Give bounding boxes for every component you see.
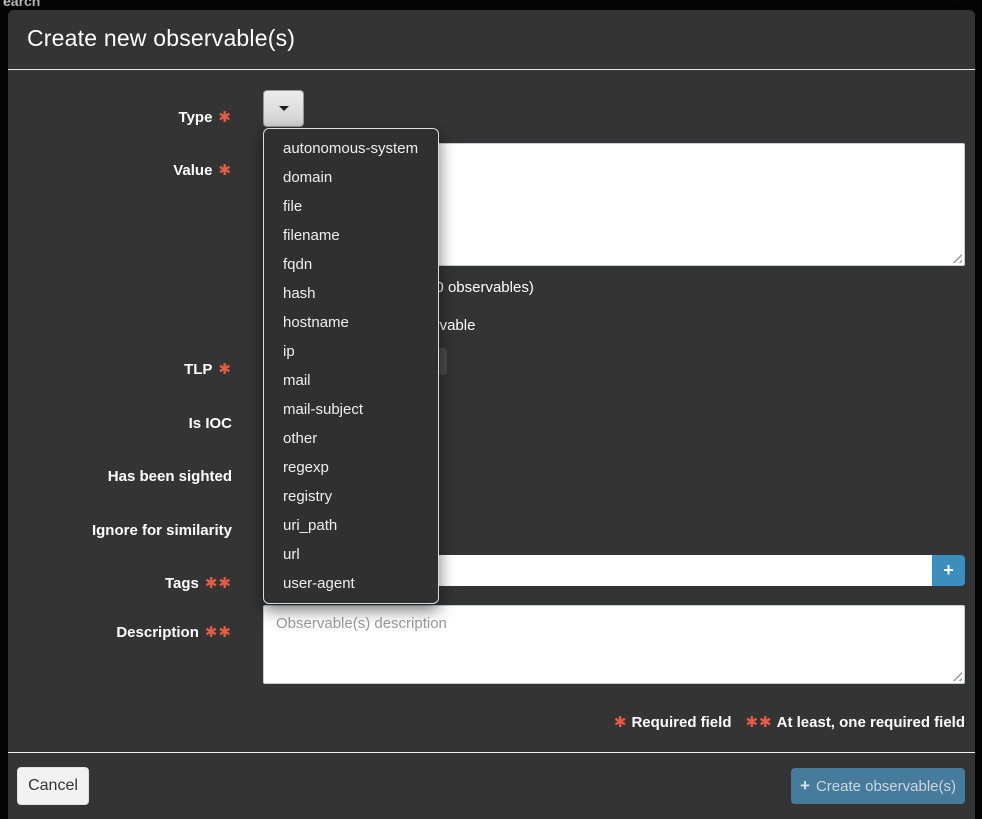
modal-header: Create new observable(s) <box>8 10 975 70</box>
create-button-label: Create observable(s) <box>816 778 956 795</box>
create-observables-modal: Create new observable(s) Type ✱ Value ✱ TL… <box>8 10 975 819</box>
value-label: Value ✱ <box>8 161 232 181</box>
required-mark: ✱✱ <box>205 575 232 592</box>
type-label: Type ✱ <box>8 108 232 128</box>
type-menu-item[interactable]: uri_path <box>264 511 438 540</box>
required-fields-legend: ✱Required field ✱✱ At least, one required … <box>614 713 965 731</box>
type-menu-item[interactable]: url <box>264 540 438 569</box>
background-search-text-fragment: earch <box>3 0 40 9</box>
tlp-label-text: TLP <box>184 361 212 378</box>
type-menu-item[interactable]: hash <box>264 279 438 308</box>
ignore-for-similarity-label: Ignore for similarity <box>8 521 232 541</box>
type-menu-item[interactable]: file <box>264 192 438 221</box>
type-menu-item[interactable]: domain <box>264 163 438 192</box>
type-menu-item[interactable]: registry <box>264 482 438 511</box>
type-menu-item[interactable]: other <box>264 424 438 453</box>
is-ioc-label: Is IOC <box>8 414 232 434</box>
type-menu-item[interactable]: filename <box>264 221 438 250</box>
description-textarea-wrap <box>263 605 965 684</box>
required-mark: ✱ <box>218 162 232 179</box>
plus-icon: + <box>800 776 810 796</box>
cancel-button[interactable]: Cancel <box>17 767 89 805</box>
required-mark: ✱✱ <box>205 624 232 641</box>
description-textarea[interactable] <box>264 606 964 683</box>
tlp-label: TLP ✱ <box>8 360 232 380</box>
type-menu-item[interactable]: autonomous-system <box>264 134 438 163</box>
type-dropdown-menu: autonomous-systemdomainfilefilenamefqdnh… <box>263 128 439 604</box>
type-menu-item[interactable]: hostname <box>264 308 438 337</box>
footer-divider <box>8 752 975 753</box>
type-menu-item[interactable]: user-agent <box>264 569 438 598</box>
type-menu-item[interactable]: fqdn <box>264 250 438 279</box>
required-mark-icon: ✱ <box>614 714 628 731</box>
required-legend-text: Required field <box>631 714 731 731</box>
add-tag-button[interactable]: + <box>932 555 965 586</box>
one-required-mark-icon: ✱✱ <box>745 714 772 731</box>
create-observables-button[interactable]: + Create observable(s) <box>791 768 965 804</box>
type-menu-item[interactable]: mail <box>264 366 438 395</box>
type-select-button[interactable] <box>263 90 304 127</box>
caret-down-icon <box>279 106 289 111</box>
tags-label-text: Tags <box>165 575 199 592</box>
has-been-sighted-label-text: Has been sighted <box>108 468 232 485</box>
has-been-sighted-label: Has been sighted <box>8 467 232 487</box>
one-required-legend-text: At least, one required field <box>777 714 965 731</box>
type-menu-item[interactable]: ip <box>264 337 438 366</box>
type-menu-item[interactable]: regexp <box>264 453 438 482</box>
plus-icon: + <box>943 560 954 580</box>
required-mark: ✱ <box>218 361 232 378</box>
description-label-text: Description <box>116 624 199 641</box>
is-ioc-label-text: Is IOC <box>189 415 232 432</box>
value-label-text: Value <box>173 162 212 179</box>
tags-label: Tags ✱✱ <box>8 574 232 594</box>
description-label: Description ✱✱ <box>8 623 232 643</box>
modal-title: Create new observable(s) <box>27 25 295 52</box>
required-mark: ✱ <box>218 109 232 126</box>
type-menu-item[interactable]: mail-subject <box>264 395 438 424</box>
ignore-for-similarity-label-text: Ignore for similarity <box>92 522 232 539</box>
type-label-text: Type <box>179 109 213 126</box>
